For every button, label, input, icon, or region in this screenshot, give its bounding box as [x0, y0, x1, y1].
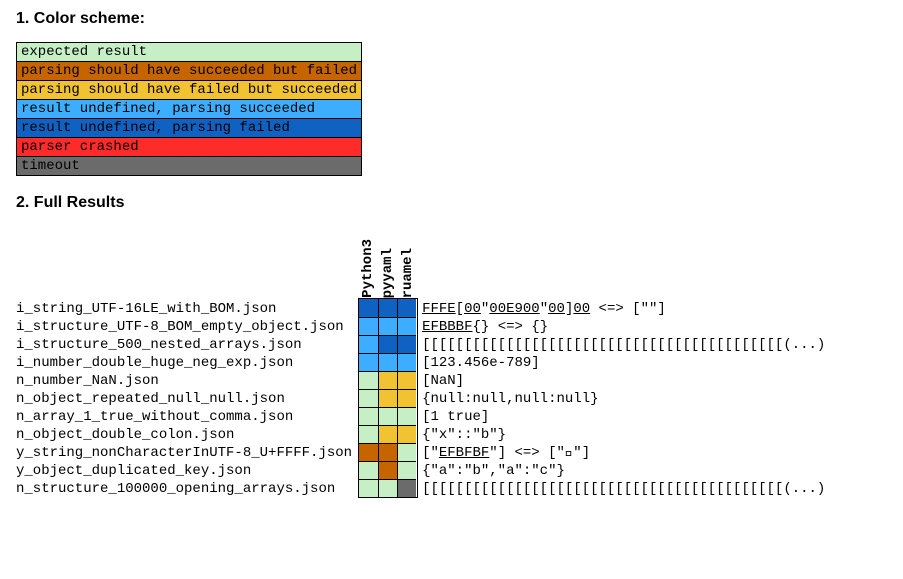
- legend-row: result undefined, parsing failed: [17, 118, 361, 137]
- result-cell: [397, 479, 416, 497]
- raw-content: [NaN]: [422, 372, 825, 390]
- result-cell: [378, 371, 397, 389]
- result-cell: [378, 461, 397, 479]
- result-cell: [359, 389, 378, 407]
- results-table: i_string_UTF-16LE_with_BOM.jsoni_structu…: [16, 226, 887, 498]
- test-file-name: y_object_duplicated_key.json: [16, 462, 352, 480]
- result-row: [359, 317, 417, 335]
- result-cell: [378, 425, 397, 443]
- result-cell: [378, 479, 397, 497]
- result-cell: [359, 335, 378, 353]
- raw-content: {"x"::"b"}: [422, 426, 825, 444]
- result-cell: [359, 443, 378, 461]
- raw-content: [1 true]: [422, 408, 825, 426]
- result-cell: [359, 299, 378, 317]
- legend-row: parsing should have failed but succeeded: [17, 80, 361, 99]
- test-file-name: i_string_UTF-16LE_with_BOM.json: [16, 300, 352, 318]
- raw-content: [123.456e-789]: [422, 354, 825, 372]
- color-legend: expected resultparsing should have succe…: [16, 42, 362, 176]
- result-cell: [397, 371, 416, 389]
- test-file-name: n_structure_100000_opening_arrays.json: [16, 480, 352, 498]
- raw-content: {"a":"b","a":"c"}: [422, 462, 825, 480]
- legend-row: parser crashed: [17, 137, 361, 156]
- result-row: [359, 299, 417, 317]
- heading-color-scheme: 1. Color scheme:: [16, 10, 887, 28]
- raw-content: [[[[[[[[[[[[[[[[[[[[[[[[[[[[[[[[[[[[[[[[…: [422, 480, 825, 498]
- result-cell: [378, 353, 397, 371]
- raw-content: EFBBBF{} <=> {}: [422, 318, 825, 336]
- result-cell: [359, 425, 378, 443]
- result-row: [359, 371, 417, 389]
- parser-header: Python3: [358, 239, 378, 298]
- legend-row: timeout: [17, 156, 361, 175]
- result-row: [359, 443, 417, 461]
- result-cell: [359, 461, 378, 479]
- result-cell: [397, 299, 416, 317]
- result-cell: [378, 407, 397, 425]
- test-file-name: y_string_nonCharacterInUTF-8_U+FFFF.json: [16, 444, 352, 462]
- result-cell: [359, 317, 378, 335]
- parser-header: ruamel: [398, 248, 418, 298]
- legend-row: expected result: [17, 43, 361, 61]
- test-file-name: n_object_repeated_null_null.json: [16, 390, 352, 408]
- result-cell: [378, 389, 397, 407]
- raw-content: FFFE[00"00E900"00]00 <=> [""]: [422, 300, 825, 318]
- result-row: [359, 353, 417, 371]
- test-file-name: i_number_double_huge_neg_exp.json: [16, 354, 352, 372]
- result-cell: [397, 443, 416, 461]
- raw-content: {null:null,null:null}: [422, 390, 825, 408]
- legend-row: result undefined, parsing succeeded: [17, 99, 361, 118]
- result-cell: [397, 407, 416, 425]
- result-cell: [359, 479, 378, 497]
- legend-row: parsing should have succeeded but failed: [17, 61, 361, 80]
- result-cell: [378, 335, 397, 353]
- result-cell: [397, 461, 416, 479]
- parser-header: pyyaml: [378, 248, 398, 298]
- result-cell: [378, 299, 397, 317]
- test-file-name: i_structure_UTF-8_BOM_empty_object.json: [16, 318, 352, 336]
- result-cell: [378, 443, 397, 461]
- result-cell: [397, 317, 416, 335]
- result-row: [359, 335, 417, 353]
- raw-content: ["EFBFBF"] <=> ["￿"]: [422, 444, 825, 462]
- result-cell: [397, 335, 416, 353]
- test-file-name: n_array_1_true_without_comma.json: [16, 408, 352, 426]
- raw-content: [[[[[[[[[[[[[[[[[[[[[[[[[[[[[[[[[[[[[[[[…: [422, 336, 825, 354]
- result-row: [359, 407, 417, 425]
- result-row: [359, 479, 417, 497]
- result-cell: [397, 425, 416, 443]
- result-cell: [378, 317, 397, 335]
- result-row: [359, 389, 417, 407]
- test-file-name: n_object_double_colon.json: [16, 426, 352, 444]
- heading-full-results: 2. Full Results: [16, 194, 887, 212]
- result-cell: [359, 371, 378, 389]
- result-row: [359, 461, 417, 479]
- result-cell: [359, 407, 378, 425]
- result-row: [359, 425, 417, 443]
- result-cell: [359, 353, 378, 371]
- result-cell: [397, 353, 416, 371]
- test-file-name: i_structure_500_nested_arrays.json: [16, 336, 352, 354]
- test-file-name: n_number_NaN.json: [16, 372, 352, 390]
- result-cell: [397, 389, 416, 407]
